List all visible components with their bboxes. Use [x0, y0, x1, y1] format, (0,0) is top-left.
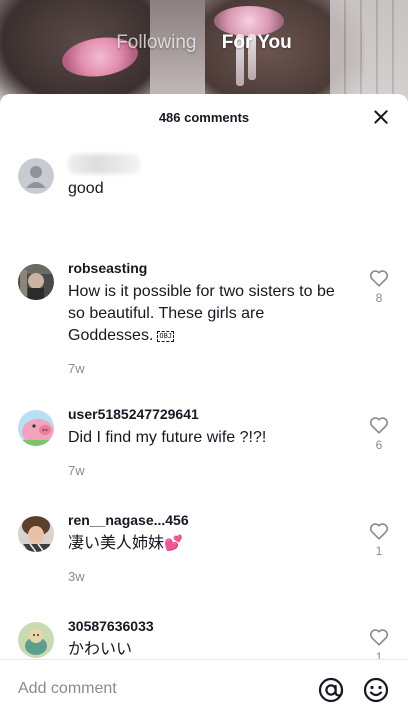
at-icon[interactable] — [317, 676, 345, 704]
like-count: 6 — [375, 438, 383, 452]
photo-avatar[interactable] — [18, 264, 54, 300]
heart-icon[interactable] — [369, 416, 389, 434]
comment-username[interactable]: robseasting — [68, 260, 352, 277]
comment-username[interactable]: 30587636033 — [68, 618, 352, 635]
comment-username[interactable] — [68, 154, 140, 174]
comment-time: 7w — [68, 361, 85, 376]
like-count: 8 — [375, 291, 383, 305]
like-group: 1 — [368, 522, 390, 558]
comment-text: Did I find my future wife ?!?! — [68, 429, 267, 446]
like-count: 1 — [375, 544, 383, 558]
comments-count: 486 comments — [158, 110, 250, 125]
comment-text-content: 凄い美人姉妹 — [68, 535, 165, 552]
comment-username[interactable]: ren__nagase...456 — [68, 512, 352, 529]
comment-time: 7w — [68, 463, 85, 478]
cartoon-avatar[interactable] — [18, 622, 54, 658]
comment-time: 3w — [68, 569, 85, 584]
photo-avatar[interactable] — [18, 516, 54, 552]
sheet-header: 486 comments — [0, 94, 408, 140]
comment-text: かわいい — [68, 641, 133, 658]
heart-icon[interactable] — [369, 269, 389, 287]
like-group: 6 — [368, 416, 390, 452]
comment-text: good — [68, 180, 104, 197]
close-icon[interactable] — [372, 108, 390, 126]
pig-avatar[interactable] — [18, 410, 54, 446]
emoji-icon[interactable] — [362, 676, 390, 704]
comment-username[interactable]: user5185247729641 — [68, 406, 352, 423]
tab-for-you[interactable]: For You — [222, 32, 292, 54]
heart-icon[interactable] — [369, 628, 389, 646]
two-hearts-icon: 💕 — [164, 535, 183, 552]
comment-text-content: How is it possible for two sisters to be… — [68, 283, 335, 344]
comments-sheet: 486 comments good robseasting How is it … — [0, 94, 408, 720]
comment-input-bar — [0, 659, 408, 720]
object-replacement-glyph: OBJ — [157, 331, 175, 342]
default-avatar-icon[interactable] — [18, 158, 54, 194]
comment-text: How is it possible for two sisters to be… — [68, 281, 352, 347]
feed-tabs: Following For You — [0, 32, 408, 54]
comment-text: 凄い美人姉妹💕 — [68, 533, 352, 555]
add-comment-input[interactable] — [18, 680, 278, 698]
like-group: 8 — [368, 269, 390, 305]
heart-icon[interactable] — [369, 522, 389, 540]
tab-following[interactable]: Following — [116, 32, 196, 54]
